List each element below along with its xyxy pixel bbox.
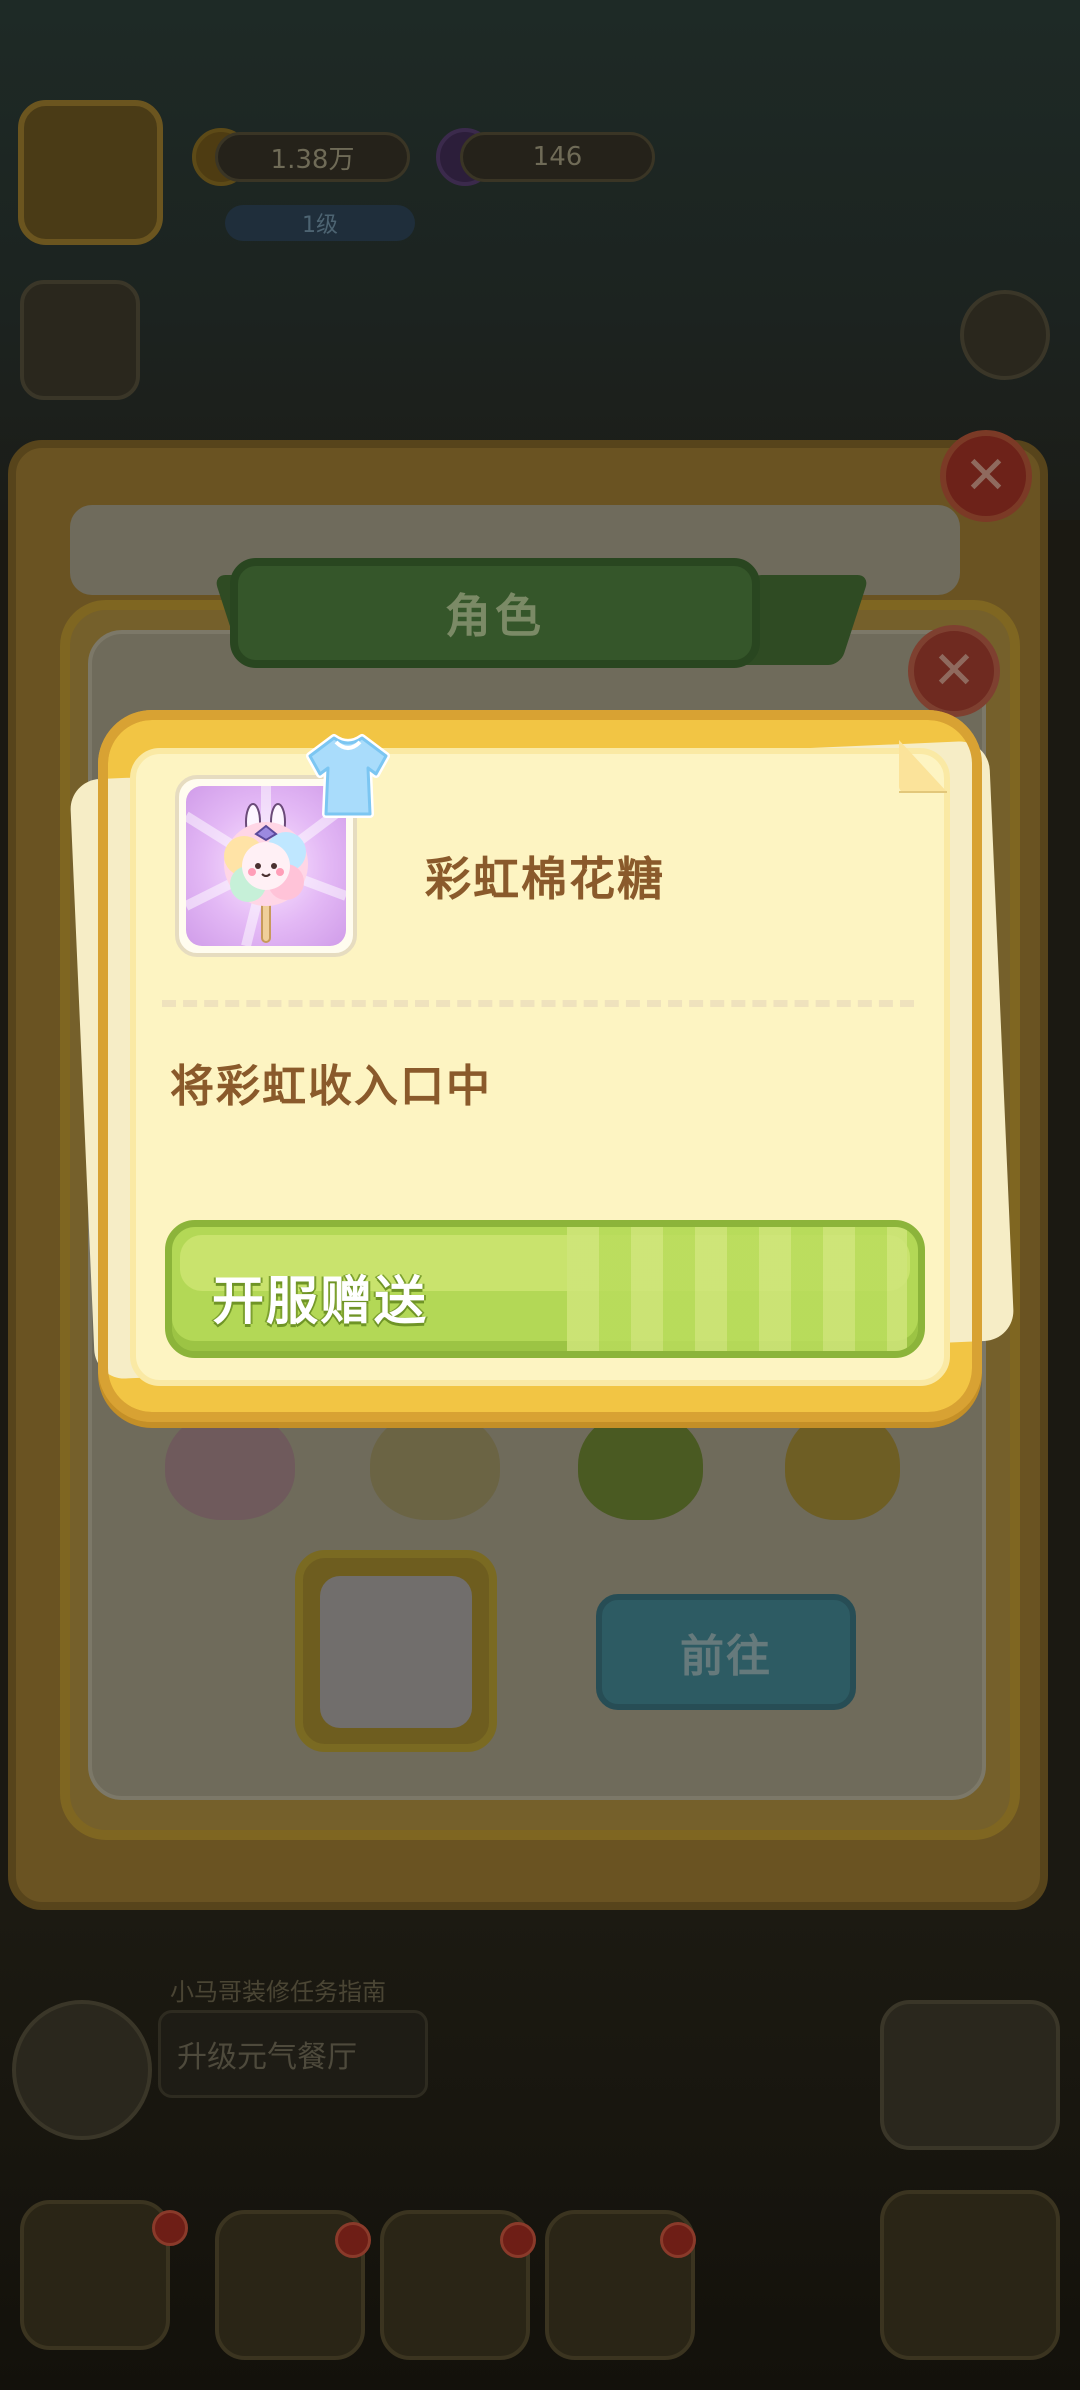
notification-badge (660, 2222, 696, 2258)
button-stripes (567, 1227, 907, 1351)
item-name: 彩虹棉花糖 (425, 852, 665, 906)
panel-close-button[interactable]: ✕ (908, 625, 1000, 717)
panel-title-ribbon: 角色 (230, 558, 760, 668)
gift-button-label: 开服赠送 (212, 1272, 429, 1332)
panel-title: 角色 (445, 589, 545, 643)
coin-value: 1.38万 (270, 144, 355, 175)
shirt-icon (306, 734, 390, 818)
bottom-nav-delivery[interactable] (880, 2190, 1060, 2360)
earnings-icon[interactable] (880, 2000, 1060, 2150)
notification-badge (500, 2222, 536, 2258)
close-icon: ✕ (964, 446, 1008, 506)
task-text: 升级元气餐厅 (177, 2040, 357, 2075)
divider (162, 1000, 914, 1007)
page-corner-fold-icon (899, 740, 947, 793)
goto-button[interactable]: 前往 (596, 1594, 856, 1710)
selected-character-portrait (320, 1576, 472, 1728)
launch-gift-button[interactable]: 开服赠送 (165, 1220, 925, 1358)
player-avatar[interactable] (18, 100, 163, 245)
character-pudding[interactable] (370, 1410, 500, 1520)
close-icon: ✕ (932, 641, 976, 701)
task-guide-title: 小马哥装修任务指南 (170, 1978, 386, 2006)
level-text: 1级 (302, 213, 338, 238)
settings-icon[interactable] (960, 290, 1050, 380)
goto-label: 前往 (680, 1631, 772, 1682)
coin-counter: 1.38万 (215, 132, 410, 182)
character-durian[interactable] (578, 1410, 703, 1520)
level-bar: 1级 (225, 205, 415, 241)
back-close-button[interactable]: ✕ (940, 430, 1032, 522)
notification-badge (152, 2210, 188, 2246)
item-description: 将彩虹收入口中 (170, 1061, 492, 1112)
notification-badge (335, 2222, 371, 2258)
gem-counter: 146 (460, 132, 655, 182)
task-box[interactable]: 升级元气餐厅 (158, 2010, 428, 2098)
gem-value: 146 (532, 142, 583, 172)
character-donut[interactable] (165, 1410, 295, 1520)
character-pineapple[interactable] (785, 1410, 900, 1520)
bottom-nav-food[interactable] (20, 2200, 170, 2350)
task-center-icon[interactable] (12, 2000, 152, 2140)
chef-side-icon[interactable] (20, 280, 140, 400)
